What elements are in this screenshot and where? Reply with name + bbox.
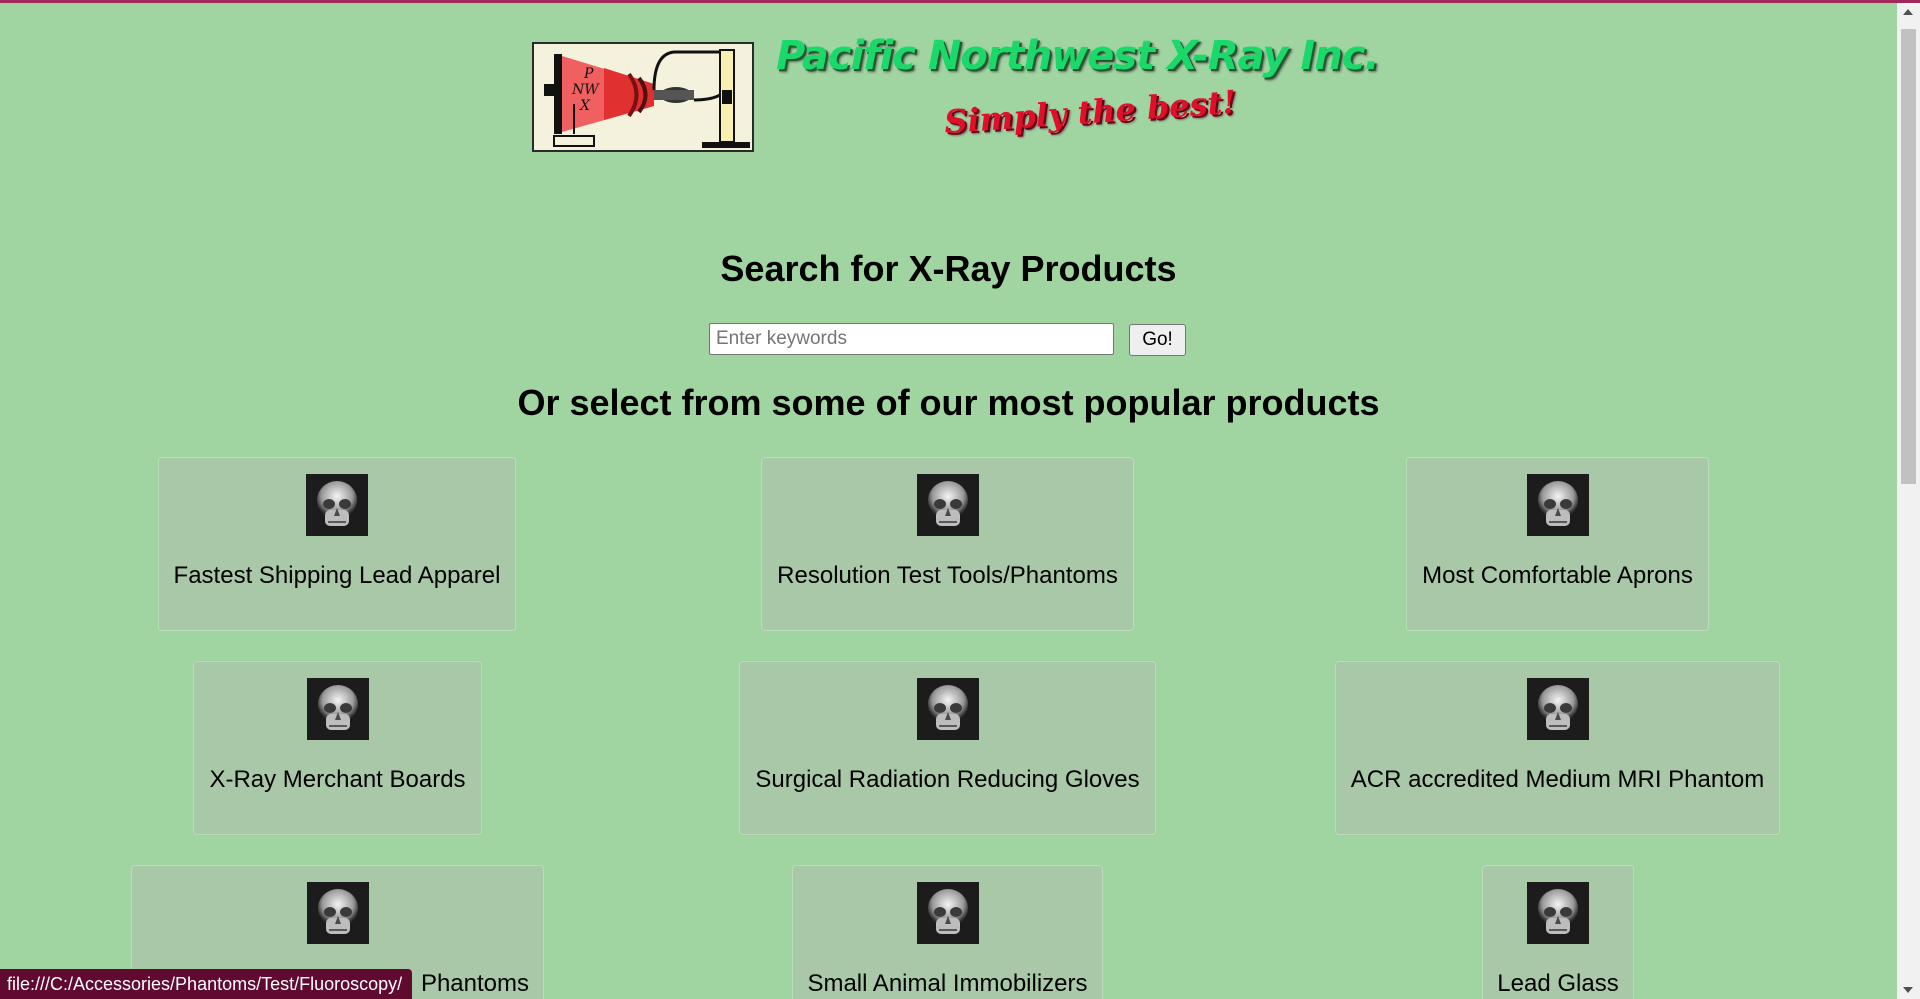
- product-card[interactable]: Fastest Shipping Lead Apparel: [158, 457, 516, 631]
- product-label: X-Ray Merchant Boards: [209, 766, 466, 793]
- skull-xray-icon: [916, 882, 979, 944]
- search-heading: Search for X-Ray Products: [720, 248, 1177, 289]
- link-status-bar: file:///C:/Accessories/Phantoms/Test/Flu…: [0, 969, 413, 999]
- product-card[interactable]: Resolution Test Tools/Phantoms: [761, 457, 1134, 631]
- product-card[interactable]: Surgical Radiation Reducing Gloves: [739, 661, 1156, 835]
- product-label: Lead Glass: [1497, 970, 1619, 997]
- brand-name: Pacific Northwest X-Ray Inc.: [776, 33, 1380, 79]
- skull-xray-icon: [306, 474, 368, 536]
- skull-xray-icon: [1526, 678, 1589, 740]
- product-card[interactable]: Lead Glass: [1482, 865, 1634, 999]
- skull-xray-icon: [306, 882, 369, 944]
- skull-xray-icon: [916, 678, 979, 740]
- scroll-down-arrow-icon[interactable]: [1903, 987, 1913, 993]
- xray-machine-icon: P NW X: [534, 44, 752, 150]
- scroll-thumb[interactable]: [1901, 29, 1916, 484]
- company-logo[interactable]: P NW X: [532, 42, 754, 152]
- product-card[interactable]: Small Animal Immobilizers: [792, 865, 1103, 999]
- product-label: Resolution Test Tools/Phantoms: [777, 562, 1118, 589]
- vertical-scrollbar[interactable]: [1897, 3, 1920, 999]
- product-label: Most Comfortable Aprons: [1422, 562, 1693, 589]
- popular-products-heading: Or select from some of our most popular …: [517, 382, 1380, 423]
- brand-tagline: Simply the best!: [943, 82, 1238, 142]
- product-label: Phantoms: [420, 970, 529, 997]
- skull-xray-icon: [306, 678, 369, 740]
- skull-xray-icon: [1526, 474, 1589, 536]
- product-label: ACR accredited Medium MRI Phantom: [1350, 766, 1765, 793]
- search-input[interactable]: [709, 323, 1114, 355]
- product-label: Small Animal Immobilizers: [807, 970, 1088, 997]
- logo-letter-x: X: [579, 98, 591, 114]
- logo-letters-nw: NW: [571, 82, 600, 98]
- product-label: Fastest Shipping Lead Apparel: [173, 562, 501, 589]
- logo-letter-p: P: [583, 66, 594, 82]
- product-card[interactable]: Most Comfortable Aprons: [1406, 457, 1709, 631]
- page-content: P NW X Pacific Northwest X-Ray Inc. Simp…: [0, 3, 1897, 999]
- product-card[interactable]: X-Ray Merchant Boards: [193, 661, 482, 835]
- go-button[interactable]: Go!: [1129, 324, 1186, 356]
- scroll-up-arrow-icon[interactable]: [1903, 9, 1913, 15]
- product-label: Surgical Radiation Reducing Gloves: [755, 766, 1140, 793]
- product-card[interactable]: ACR accredited Medium MRI Phantom: [1335, 661, 1780, 835]
- skull-xray-icon: [916, 474, 979, 536]
- skull-xray-icon: [1527, 882, 1589, 944]
